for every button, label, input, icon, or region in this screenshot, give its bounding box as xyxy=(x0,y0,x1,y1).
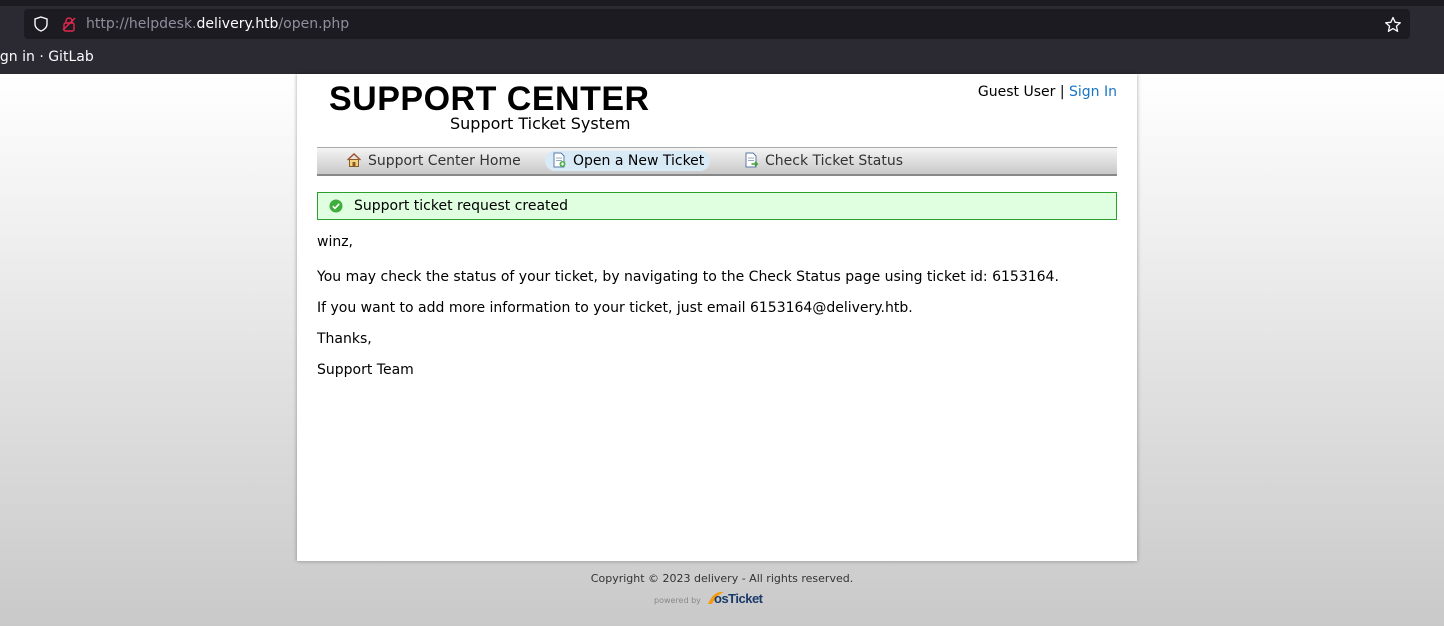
url-path: /open.php xyxy=(278,16,350,32)
guest-user-label: Guest User | xyxy=(977,84,1065,100)
main-container: SUPPORT CENTER Support Ticket System Gue… xyxy=(297,74,1137,561)
nav-support-center-home[interactable]: Support Center Home xyxy=(340,151,527,171)
bookmarks-bar: ign in · GitLab xyxy=(0,46,1444,70)
address-bar[interactable]: http://helpdesk.delivery.htb/open.php xyxy=(24,9,1410,39)
tab-strip xyxy=(0,0,1444,6)
nav-label: Check Ticket Status xyxy=(765,153,903,169)
email-instructions: If you want to add more information to y… xyxy=(317,300,913,316)
signature: Support Team xyxy=(317,362,414,378)
browser-toolbar: http://helpdesk.delivery.htb/open.php ig… xyxy=(0,0,1444,75)
nav-open-new-ticket[interactable]: Open a New Ticket xyxy=(545,151,711,171)
user-info: Guest User | Sign In xyxy=(978,84,1117,100)
insecure-lock-icon[interactable] xyxy=(61,16,77,32)
notice-message: Support ticket request created xyxy=(354,198,569,214)
thanks-text: Thanks, xyxy=(317,331,372,347)
footer-copyright: Copyright © 2023 delivery - All rights r… xyxy=(590,572,854,585)
new-ticket-icon xyxy=(553,152,566,168)
nav-check-ticket-status[interactable]: Check Ticket Status xyxy=(737,151,909,171)
status-instructions: You may check the status of your ticket,… xyxy=(317,269,1059,285)
powered-by-label: powered by xyxy=(654,596,701,605)
powered-by-osticket[interactable]: powered by osTicket xyxy=(654,590,774,610)
shield-icon[interactable] xyxy=(33,16,49,32)
greeting: winz, xyxy=(317,234,354,250)
nav-label: Support Center Home xyxy=(368,153,521,169)
bookmark-star-icon[interactable] xyxy=(1384,16,1402,34)
url-host: delivery.htb xyxy=(196,16,279,32)
url-prefix: http://helpdesk. xyxy=(86,16,197,32)
logo-subtitle: Support Ticket System xyxy=(450,114,631,133)
nav-label: Open a New Ticket xyxy=(573,153,705,169)
url-text[interactable]: http://helpdesk.delivery.htb/open.php xyxy=(86,16,349,32)
check-circle-icon xyxy=(329,199,343,213)
ticket-status-icon xyxy=(745,152,759,168)
main-nav: Support Center Home Open a New Ticket Ch… xyxy=(317,147,1117,176)
bookmark-gitlab[interactable]: ign in · GitLab xyxy=(0,49,94,65)
home-icon xyxy=(346,152,362,167)
success-notice: Support ticket request created xyxy=(317,192,1117,220)
osticket-brand: osTicket xyxy=(714,591,763,606)
sign-in-link[interactable]: Sign In xyxy=(1069,84,1117,100)
